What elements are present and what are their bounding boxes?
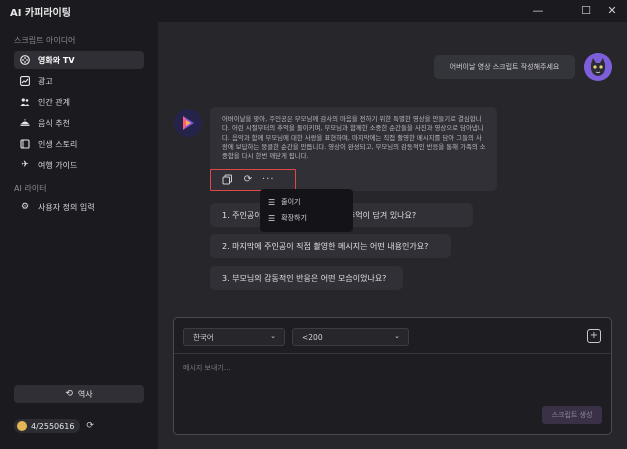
sidebar-item-custom-input[interactable]: ⚙ 사용자 정의 입력: [14, 198, 144, 216]
chart-icon: [20, 76, 30, 86]
sidebar-item-relationships[interactable]: 인간 관계: [14, 93, 144, 111]
sidebar-item-life-story[interactable]: 인생 스토리: [14, 135, 144, 153]
regenerate-icon[interactable]: ⟳: [242, 174, 254, 186]
question-text: 2. 마지막에 주인공이 직접 촬영한 메시지는 어떤 내용인가요?: [222, 241, 429, 251]
sidebar-item-ads[interactable]: 광고: [14, 72, 144, 90]
assistant-avatar: [174, 109, 202, 137]
food-icon: [20, 118, 30, 128]
coin-icon: [17, 421, 27, 431]
menu-item-label: 줄이기: [281, 198, 301, 206]
sidebar-item-film-tv[interactable]: 영화와 TV: [14, 51, 144, 69]
generate-script-button[interactable]: 스크립트 생성: [542, 406, 602, 424]
history-label: 역사: [77, 389, 93, 399]
expand-icon: ☰: [268, 213, 276, 223]
menu-item-label: 확장하기: [281, 214, 307, 222]
refresh-icon[interactable]: ⟳: [86, 421, 94, 431]
suggested-question-2[interactable]: 2. 마지막에 주인공이 직접 촬영한 메시지는 어떤 내용인가요?: [210, 234, 451, 258]
sidebar: 스크립트 아이디어 영화와 TV 광고 인간 관계 음식 추천 인생 스토리 ✈…: [0, 22, 158, 449]
section-label-ai-writer: AI 라이터: [14, 184, 47, 193]
more-options-icon[interactable]: ···: [262, 174, 274, 186]
sidebar-item-food[interactable]: 음식 추천: [14, 114, 144, 132]
sidebar-item-label: 인생 스토리: [38, 139, 78, 149]
composer: 한국어 ⌄ <200 ⌄ + 스크립트 생성: [173, 317, 612, 435]
length-value: <200: [302, 332, 323, 342]
section-label-script-ideas: 스크립트 아이디어: [14, 36, 76, 45]
film-reel-icon: [20, 55, 30, 65]
sidebar-item-label: 인간 관계: [38, 97, 70, 107]
history-icon: ⟲: [65, 389, 73, 399]
copy-icon[interactable]: [221, 174, 233, 186]
history-button[interactable]: ⟲ 역사: [14, 385, 144, 403]
more-options-menu: ☰ 줄이기 ☰ 확장하기: [260, 189, 353, 232]
chevron-down-icon: ⌄: [270, 332, 276, 340]
app-title: AI 카피라이팅: [10, 8, 71, 19]
credits-value: 4/2550616: [31, 421, 75, 431]
sidebar-item-travel-guide[interactable]: ✈ 여행 가이드: [14, 156, 144, 174]
people-icon: [20, 97, 30, 107]
shorten-icon: ☰: [268, 197, 276, 207]
credits-pill: 4/2550616: [14, 419, 81, 433]
menu-item-expand[interactable]: ☰ 확장하기: [260, 210, 353, 226]
answer-text: 어버이날을 맞아, 주인공은 부모님께 감사의 마음을 전하기 위한 특별한 영…: [222, 115, 486, 161]
airplane-icon: ✈: [21, 160, 29, 170]
sidebar-item-label: 여행 가이드: [38, 160, 78, 170]
message-input[interactable]: [183, 364, 483, 372]
chat-area: 어버이날 영상 스크립트 작성해주세요 어버이날을 맞아, 주인공은 부모님께 …: [158, 22, 627, 449]
book-icon: [20, 139, 30, 149]
language-select[interactable]: 한국어 ⌄: [183, 328, 285, 346]
maximize-icon[interactable]: ☐: [578, 3, 594, 19]
user-message: 어버이날 영상 스크립트 작성해주세요: [434, 55, 575, 79]
minimize-icon[interactable]: —: [530, 3, 546, 19]
credits-indicator: 4/2550616 ⟳: [14, 417, 94, 435]
add-attachment-icon[interactable]: +: [587, 329, 601, 343]
language-value: 한국어: [193, 332, 214, 342]
user-avatar: [584, 53, 612, 81]
sidebar-item-label: 영화와 TV: [38, 55, 75, 65]
gear-icon: ⚙: [20, 202, 30, 212]
sidebar-item-label: 사용자 정의 입력: [38, 202, 95, 212]
answer-actions: ⟳ ···: [210, 169, 296, 191]
question-text: 3. 부모님의 감동적인 반응은 어떤 모습이었나요?: [222, 273, 387, 283]
suggested-question-3[interactable]: 3. 부모님의 감동적인 반응은 어떤 모습이었나요?: [210, 266, 403, 290]
sidebar-item-label: 음식 추천: [38, 118, 70, 128]
composer-divider: [174, 353, 611, 354]
menu-item-shorten[interactable]: ☰ 줄이기: [260, 194, 353, 210]
title-bar: AI 카피라이팅 — ☐ ✕: [0, 0, 627, 22]
sidebar-item-label: 광고: [38, 76, 53, 86]
chevron-down-icon: ⌄: [394, 332, 400, 340]
close-icon[interactable]: ✕: [604, 3, 620, 19]
length-select[interactable]: <200 ⌄: [292, 328, 409, 346]
